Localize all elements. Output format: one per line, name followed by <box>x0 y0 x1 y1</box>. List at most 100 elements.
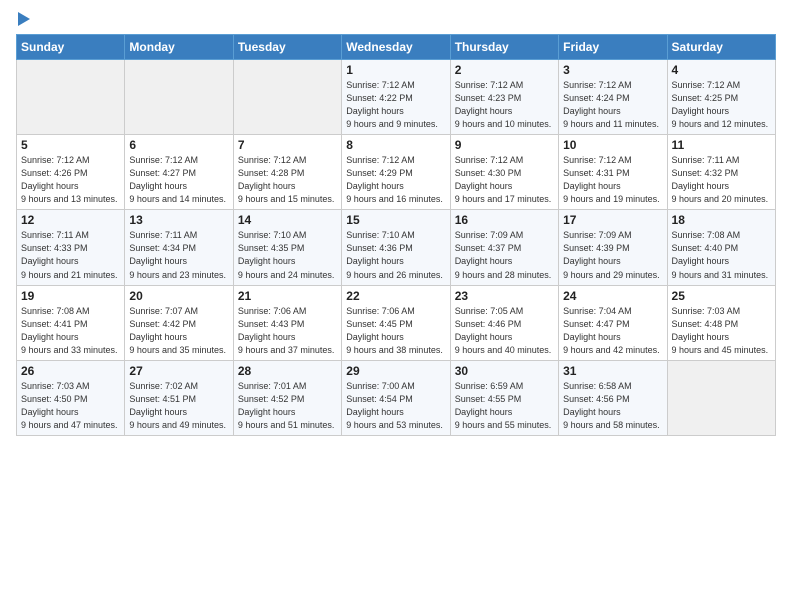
day-cell: 4 Sunrise: 7:12 AMSunset: 4:25 PMDaylight… <box>667 60 775 135</box>
day-number: 7 <box>238 138 337 152</box>
week-row-1: 1 Sunrise: 7:12 AMSunset: 4:22 PMDaylight… <box>17 60 776 135</box>
day-number: 16 <box>455 213 554 227</box>
day-cell <box>125 60 233 135</box>
day-info: Sunrise: 7:09 AMSunset: 4:37 PMDaylight … <box>455 229 554 281</box>
day-cell: 1 Sunrise: 7:12 AMSunset: 4:22 PMDaylight… <box>342 60 450 135</box>
day-header-sunday: Sunday <box>17 35 125 60</box>
day-cell: 22 Sunrise: 7:06 AMSunset: 4:45 PMDayligh… <box>342 285 450 360</box>
day-info: Sunrise: 7:12 AMSunset: 4:25 PMDaylight … <box>672 79 771 131</box>
day-info: Sunrise: 7:11 AMSunset: 4:32 PMDaylight … <box>672 154 771 206</box>
day-header-thursday: Thursday <box>450 35 558 60</box>
calendar: SundayMondayTuesdayWednesdayThursdayFrid… <box>16 34 776 436</box>
day-info: Sunrise: 7:06 AMSunset: 4:45 PMDaylight … <box>346 305 445 357</box>
day-cell <box>667 360 775 435</box>
day-info: Sunrise: 7:11 AMSunset: 4:33 PMDaylight … <box>21 229 120 281</box>
day-number: 25 <box>672 289 771 303</box>
logo-arrow-icon <box>18 12 30 26</box>
day-cell: 27Sunrise: 7:02 AMSunset: 4:51 PMDayligh… <box>125 360 233 435</box>
day-cell: 31 Sunrise: 6:58 AMSunset: 4:56 PMDayligh… <box>559 360 667 435</box>
day-cell: 8Sunrise: 7:12 AMSunset: 4:29 PMDaylight… <box>342 135 450 210</box>
day-number: 23 <box>455 289 554 303</box>
day-info: Sunrise: 6:58 AMSunset: 4:56 PMDaylight … <box>563 380 662 432</box>
day-info: Sunrise: 7:03 AMSunset: 4:50 PMDaylight … <box>21 380 120 432</box>
day-header-friday: Friday <box>559 35 667 60</box>
day-cell: 6 Sunrise: 7:12 AMSunset: 4:27 PMDaylight… <box>125 135 233 210</box>
day-cell: 9Sunrise: 7:12 AMSunset: 4:30 PMDaylight… <box>450 135 558 210</box>
day-info: Sunrise: 7:05 AMSunset: 4:46 PMDaylight … <box>455 305 554 357</box>
week-row-4: 19 Sunrise: 7:08 AMSunset: 4:41 PMDayligh… <box>17 285 776 360</box>
day-info: Sunrise: 7:12 AMSunset: 4:29 PMDaylight … <box>346 154 445 206</box>
day-number: 13 <box>129 213 228 227</box>
day-info: Sunrise: 7:12 AMSunset: 4:27 PMDaylight … <box>129 154 228 206</box>
day-cell: 5Sunrise: 7:12 AMSunset: 4:26 PMDaylight… <box>17 135 125 210</box>
day-number: 31 <box>563 364 662 378</box>
header <box>16 12 776 26</box>
day-number: 2 <box>455 63 554 77</box>
day-number: 3 <box>563 63 662 77</box>
day-info: Sunrise: 7:00 AMSunset: 4:54 PMDaylight … <box>346 380 445 432</box>
page: SundayMondayTuesdayWednesdayThursdayFrid… <box>0 0 792 612</box>
day-info: Sunrise: 7:09 AMSunset: 4:39 PMDaylight … <box>563 229 662 281</box>
day-cell: 7Sunrise: 7:12 AMSunset: 4:28 PMDaylight… <box>233 135 341 210</box>
day-info: Sunrise: 7:08 AMSunset: 4:40 PMDaylight … <box>672 229 771 281</box>
day-info: Sunrise: 7:10 AMSunset: 4:35 PMDaylight … <box>238 229 337 281</box>
day-info: Sunrise: 7:03 AMSunset: 4:48 PMDaylight … <box>672 305 771 357</box>
day-header-saturday: Saturday <box>667 35 775 60</box>
day-cell: 13 Sunrise: 7:11 AMSunset: 4:34 PMDayligh… <box>125 210 233 285</box>
day-cell: 26 Sunrise: 7:03 AMSunset: 4:50 PMDayligh… <box>17 360 125 435</box>
week-row-3: 12 Sunrise: 7:11 AMSunset: 4:33 PMDayligh… <box>17 210 776 285</box>
day-cell: 21Sunrise: 7:06 AMSunset: 4:43 PMDayligh… <box>233 285 341 360</box>
day-cell <box>17 60 125 135</box>
day-headers-row: SundayMondayTuesdayWednesdayThursdayFrid… <box>17 35 776 60</box>
day-number: 14 <box>238 213 337 227</box>
day-cell: 25 Sunrise: 7:03 AMSunset: 4:48 PMDayligh… <box>667 285 775 360</box>
logo <box>16 12 30 26</box>
day-number: 17 <box>563 213 662 227</box>
day-header-wednesday: Wednesday <box>342 35 450 60</box>
day-cell: 3 Sunrise: 7:12 AMSunset: 4:24 PMDaylight… <box>559 60 667 135</box>
day-number: 15 <box>346 213 445 227</box>
day-cell: 16 Sunrise: 7:09 AMSunset: 4:37 PMDayligh… <box>450 210 558 285</box>
day-number: 28 <box>238 364 337 378</box>
day-cell: 30Sunrise: 6:59 AMSunset: 4:55 PMDayligh… <box>450 360 558 435</box>
day-header-tuesday: Tuesday <box>233 35 341 60</box>
day-cell: 23 Sunrise: 7:05 AMSunset: 4:46 PMDayligh… <box>450 285 558 360</box>
day-info: Sunrise: 7:08 AMSunset: 4:41 PMDaylight … <box>21 305 120 357</box>
day-cell <box>233 60 341 135</box>
day-cell: 2 Sunrise: 7:12 AMSunset: 4:23 PMDaylight… <box>450 60 558 135</box>
day-info: Sunrise: 7:06 AMSunset: 4:43 PMDaylight … <box>238 305 337 357</box>
day-cell: 29 Sunrise: 7:00 AMSunset: 4:54 PMDayligh… <box>342 360 450 435</box>
day-cell: 19 Sunrise: 7:08 AMSunset: 4:41 PMDayligh… <box>17 285 125 360</box>
week-row-5: 26 Sunrise: 7:03 AMSunset: 4:50 PMDayligh… <box>17 360 776 435</box>
day-info: Sunrise: 7:12 AMSunset: 4:22 PMDaylight … <box>346 79 445 131</box>
day-number: 24 <box>563 289 662 303</box>
day-info: Sunrise: 7:12 AMSunset: 4:26 PMDaylight … <box>21 154 120 206</box>
day-info: Sunrise: 7:12 AMSunset: 4:24 PMDaylight … <box>563 79 662 131</box>
day-info: Sunrise: 6:59 AMSunset: 4:55 PMDaylight … <box>455 380 554 432</box>
day-info: Sunrise: 7:01 AMSunset: 4:52 PMDaylight … <box>238 380 337 432</box>
day-number: 11 <box>672 138 771 152</box>
day-cell: 28 Sunrise: 7:01 AMSunset: 4:52 PMDayligh… <box>233 360 341 435</box>
day-number: 6 <box>129 138 228 152</box>
day-cell: 11 Sunrise: 7:11 AMSunset: 4:32 PMDayligh… <box>667 135 775 210</box>
day-number: 18 <box>672 213 771 227</box>
day-number: 4 <box>672 63 771 77</box>
day-cell: 17 Sunrise: 7:09 AMSunset: 4:39 PMDayligh… <box>559 210 667 285</box>
day-number: 12 <box>21 213 120 227</box>
week-row-2: 5Sunrise: 7:12 AMSunset: 4:26 PMDaylight… <box>17 135 776 210</box>
day-number: 1 <box>346 63 445 77</box>
day-cell: 12 Sunrise: 7:11 AMSunset: 4:33 PMDayligh… <box>17 210 125 285</box>
day-number: 26 <box>21 364 120 378</box>
day-info: Sunrise: 7:12 AMSunset: 4:23 PMDaylight … <box>455 79 554 131</box>
day-number: 29 <box>346 364 445 378</box>
day-number: 19 <box>21 289 120 303</box>
day-number: 22 <box>346 289 445 303</box>
day-number: 27 <box>129 364 228 378</box>
logo-text-block <box>16 12 30 26</box>
day-info: Sunrise: 7:11 AMSunset: 4:34 PMDaylight … <box>129 229 228 281</box>
day-cell: 15Sunrise: 7:10 AMSunset: 4:36 PMDayligh… <box>342 210 450 285</box>
day-number: 9 <box>455 138 554 152</box>
day-info: Sunrise: 7:04 AMSunset: 4:47 PMDaylight … <box>563 305 662 357</box>
day-cell: 24 Sunrise: 7:04 AMSunset: 4:47 PMDayligh… <box>559 285 667 360</box>
day-info: Sunrise: 7:12 AMSunset: 4:31 PMDaylight … <box>563 154 662 206</box>
